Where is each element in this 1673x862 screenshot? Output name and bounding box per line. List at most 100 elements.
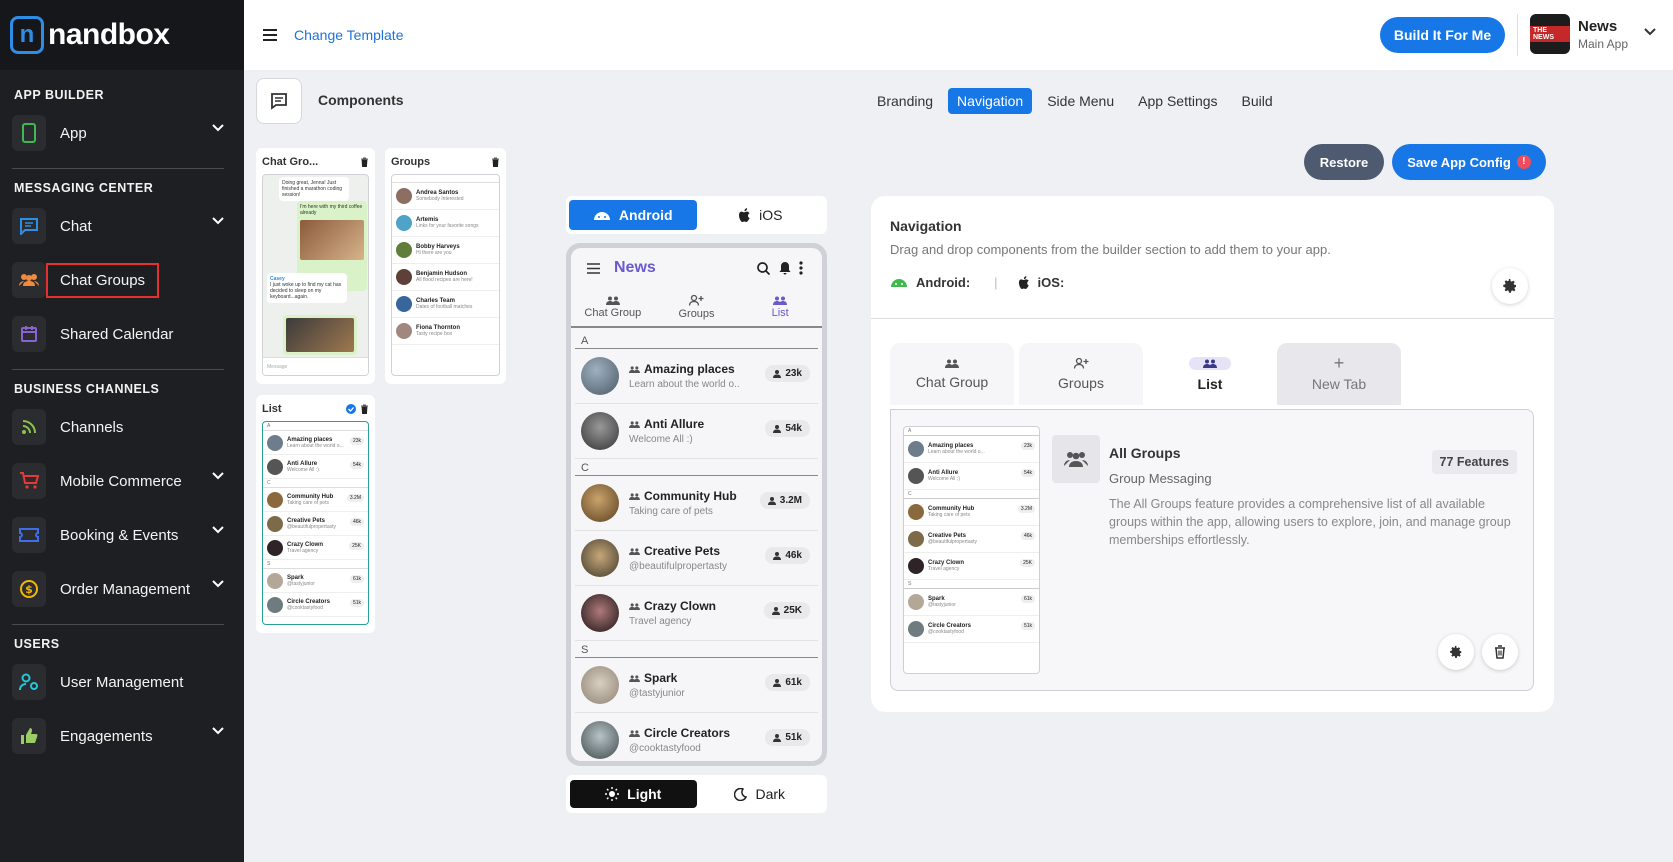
list-item: Circle Creators @cooktastyfood 51k: [904, 616, 1039, 643]
chevron-down-icon[interactable]: [212, 727, 224, 735]
nav-tab-new-tab[interactable]: + New Tab: [1277, 343, 1401, 405]
components-toggle-button[interactable]: [256, 78, 302, 124]
chevron-down-icon[interactable]: [212, 217, 224, 225]
avatar: [581, 357, 619, 395]
app-thumbnail: THE NEWS: [1530, 14, 1570, 54]
chat-bubble: Casey I just woke up to find my cat has …: [267, 273, 347, 303]
component-card-title: List: [262, 403, 282, 415]
list-item: Bobby Harveys Hi there are you: [392, 237, 499, 264]
list-item[interactable]: Community Hub Taking care of pets 3.2M: [575, 476, 818, 531]
list-item: Amazing places Learn about the world o...…: [263, 431, 368, 455]
android-toggle-button[interactable]: Android: [569, 200, 697, 230]
trash-icon[interactable]: [360, 157, 369, 167]
member-count-badge: 3.2M: [759, 492, 810, 509]
restore-button[interactable]: Restore: [1304, 144, 1384, 180]
hamburger-menu-icon[interactable]: [262, 28, 278, 42]
sidebar-item-label: Chat: [60, 217, 92, 235]
trash-icon[interactable]: [360, 404, 369, 414]
section-title-messaging-center: MESSAGING CENTER: [14, 181, 154, 195]
member-count-badge: 46k: [765, 547, 810, 564]
phone-tab-groups[interactable]: Groups: [655, 288, 739, 326]
component-card-list[interactable]: List A Amazing places Learn about the wor…: [256, 395, 375, 633]
list-item: Andrea Santos Somebody Interested: [392, 183, 499, 210]
phone-tab-list[interactable]: List: [738, 288, 822, 326]
svg-text:$: $: [25, 583, 33, 596]
phone-tab-chat-group[interactable]: Chat Group: [571, 288, 655, 326]
feature-subtitle: Group Messaging: [1109, 471, 1212, 486]
tab-navigation[interactable]: Navigation: [948, 88, 1033, 114]
bell-icon[interactable]: [779, 261, 791, 275]
build-it-for-me-button[interactable]: Build It For Me: [1380, 17, 1505, 53]
avatar: [581, 594, 619, 632]
tab-app-settings[interactable]: App Settings: [1129, 88, 1226, 114]
chevron-down-icon[interactable]: [212, 580, 224, 588]
sidebar-item-app[interactable]: App: [0, 106, 244, 160]
nav-tab-list[interactable]: List: [1148, 343, 1272, 405]
android-label: Android: [618, 207, 673, 223]
list-item[interactable]: Anti Allure Welcome All :) 54k: [575, 404, 818, 459]
component-card-chat-group[interactable]: Chat Gro... Doing great, Jenna! Just fin…: [256, 148, 375, 384]
chevron-down-icon[interactable]: [212, 526, 224, 534]
menu-icon[interactable]: [587, 262, 600, 274]
component-card-groups[interactable]: Groups Andrea Santos Somebody Interested …: [385, 148, 506, 384]
change-template-link[interactable]: Change Template: [294, 27, 403, 43]
sidebar-item-shared-calendar[interactable]: Shared Calendar: [0, 307, 244, 361]
more-vertical-icon[interactable]: [799, 261, 803, 275]
tab-branding[interactable]: Branding: [868, 88, 942, 114]
avatar: [396, 296, 412, 312]
app-selector[interactable]: THE NEWS News Main App: [1530, 14, 1628, 54]
sidebar-item-channels[interactable]: Channels: [0, 400, 244, 454]
person-icon: [771, 606, 780, 615]
divider: [12, 369, 224, 370]
avatar: [581, 484, 619, 522]
chevron-down-icon[interactable]: [212, 472, 224, 480]
sidebar-item-booking-events[interactable]: Booking & Events: [0, 508, 244, 562]
os-labels: Android: | iOS:: [890, 275, 1064, 290]
avatar: [581, 539, 619, 577]
sidebar-item-order-management[interactable]: $ Order Management: [0, 562, 244, 616]
list-item[interactable]: Crazy Clown Travel agency 25K: [575, 586, 818, 641]
tab-side-menu[interactable]: Side Menu: [1038, 88, 1123, 114]
list-item[interactable]: Circle Creators @cooktastyfood 51k: [575, 713, 818, 761]
nav-tab-groups[interactable]: Groups: [1019, 343, 1143, 405]
sidebar-item-mobile-commerce[interactable]: Mobile Commerce: [0, 454, 244, 508]
chevron-down-icon[interactable]: [1644, 28, 1656, 36]
list-item[interactable]: Creative Pets @beautifulpropertasty 46k: [575, 531, 818, 586]
nav-tab-chat-group[interactable]: Chat Group: [890, 343, 1014, 405]
list-item[interactable]: Amazing places Learn about the world o...…: [575, 349, 818, 404]
divider: [871, 318, 1554, 319]
logo[interactable]: n nandbox: [0, 0, 244, 70]
chat-input-bar[interactable]: Message: [263, 357, 368, 375]
person-icon: [773, 733, 782, 742]
feature-delete-button[interactable]: [1482, 634, 1518, 670]
sidebar-item-engagements[interactable]: Engagements: [0, 709, 244, 763]
sidebar-item-chat[interactable]: Chat: [0, 199, 244, 253]
list-item[interactable]: Spark @tastyjunior 61k: [575, 658, 818, 713]
save-app-config-button[interactable]: Save App Config !: [1392, 144, 1546, 180]
group-icon: [629, 674, 640, 682]
gear-icon: [1450, 645, 1462, 658]
tab-build[interactable]: Build: [1233, 88, 1282, 114]
ios-toggle-button[interactable]: iOS: [697, 200, 825, 230]
trash-icon[interactable]: [491, 157, 500, 167]
light-theme-button[interactable]: Light: [570, 780, 697, 808]
navigation-settings-button[interactable]: [1492, 268, 1528, 304]
list-item: Crazy Clown Travel agency 25K: [904, 553, 1039, 580]
ticket-icon: [12, 517, 46, 553]
dark-theme-button[interactable]: Dark: [697, 780, 824, 808]
builder-tabs: Branding Navigation Side Menu App Settin…: [868, 88, 1288, 114]
sidebar-item-chat-groups[interactable]: Chat Groups: [0, 253, 244, 307]
section-header: A: [575, 332, 818, 349]
chevron-down-icon[interactable]: [212, 124, 224, 132]
feature-settings-button[interactable]: [1438, 634, 1474, 670]
list-item: Amazing places Learn about the world o...…: [904, 436, 1039, 463]
chat-image: [286, 318, 354, 352]
sidebar-item-user-management[interactable]: User Management: [0, 655, 244, 709]
list-item: Circle Creators @cooktastyfood 51k: [263, 593, 368, 617]
sidebar-item-label: Chat Groups: [45, 262, 160, 298]
divider: [12, 624, 224, 625]
person-icon: [773, 551, 782, 560]
search-icon[interactable]: [757, 262, 770, 275]
member-count-badge: 61k: [765, 674, 810, 691]
component-card-title: Chat Gro...: [262, 156, 319, 168]
